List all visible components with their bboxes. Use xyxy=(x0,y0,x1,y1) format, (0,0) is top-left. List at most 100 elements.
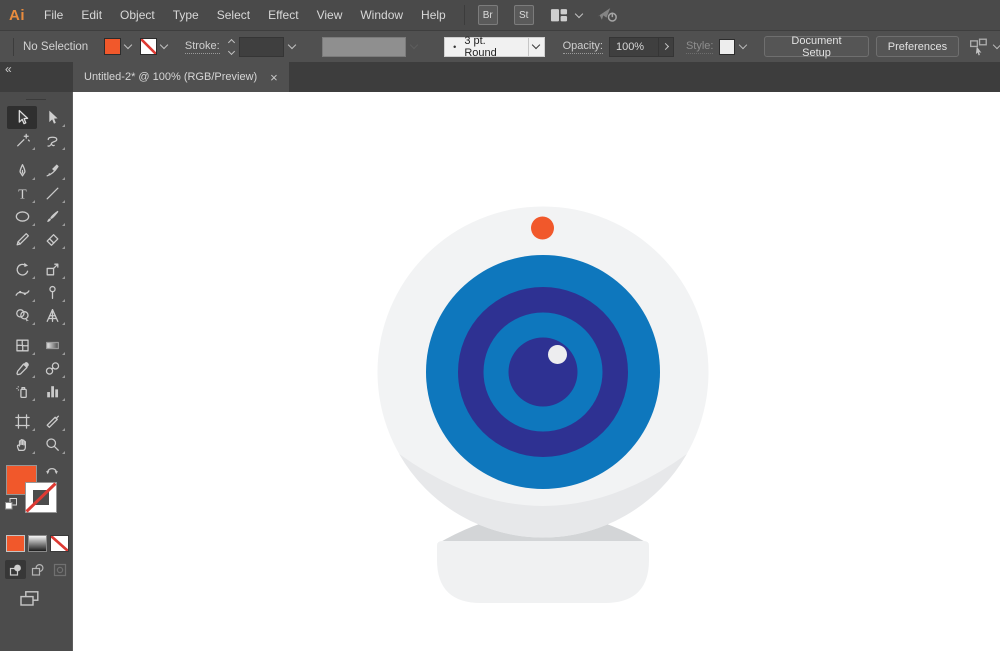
style-swatch[interactable] xyxy=(719,38,736,55)
artboard-tool[interactable] xyxy=(7,410,37,433)
stock-button[interactable]: St xyxy=(513,5,534,25)
mesh-tool[interactable] xyxy=(7,334,37,357)
opacity-input[interactable]: 100% xyxy=(608,36,659,57)
eraser-tool[interactable] xyxy=(37,228,67,251)
document-tab[interactable]: Untitled-2* @ 100% (RGB/Preview) × xyxy=(73,62,289,92)
menu-object[interactable]: Object xyxy=(111,8,164,22)
zoom-tool[interactable] xyxy=(37,433,67,456)
draw-behind-button[interactable] xyxy=(27,560,48,579)
bridge-button[interactable]: Br xyxy=(477,5,498,25)
gradient-button[interactable] xyxy=(28,535,47,552)
gradient-tool[interactable] xyxy=(37,334,67,357)
swap-fill-stroke-icon[interactable] xyxy=(45,463,59,481)
stroke-weight-chevron-down-icon[interactable] xyxy=(284,37,300,57)
collapse-panel-icon[interactable]: « xyxy=(5,62,12,76)
paintbrush-tool[interactable] xyxy=(37,205,67,228)
brush-dot-icon: • xyxy=(453,41,457,52)
default-fill-stroke-icon[interactable] xyxy=(5,498,18,516)
brush-definition-dropdown[interactable]: • 3 pt. Round xyxy=(444,34,545,59)
magic-wand-tool[interactable] xyxy=(7,129,37,152)
menu-select[interactable]: Select xyxy=(208,8,259,22)
workspace-chevron-down-icon[interactable] xyxy=(574,9,583,18)
workspace-switcher-icon[interactable] xyxy=(550,8,568,23)
menu-window[interactable]: Window xyxy=(351,8,412,22)
curvature-tool[interactable] xyxy=(37,159,67,182)
shape-builder-tool[interactable] xyxy=(7,304,37,327)
stroke-indicator-swatch[interactable] xyxy=(25,482,57,518)
eyedropper-tool[interactable] xyxy=(7,357,37,380)
stroke-chevron-down-icon[interactable] xyxy=(159,40,169,50)
stroke-weight-stepper[interactable] xyxy=(227,38,235,55)
stroke-weight-label[interactable]: Stroke: xyxy=(184,40,220,54)
webcam-lens-highlight[interactable] xyxy=(548,345,567,364)
style-label: Style: xyxy=(685,39,714,54)
hand-tool[interactable] xyxy=(7,433,37,456)
symbol-sprayer-tool[interactable] xyxy=(7,380,37,403)
menu-edit[interactable]: Edit xyxy=(72,8,111,22)
brush-definition-value[interactable]: • 3 pt. Round xyxy=(445,34,528,59)
fill-chevron-down-icon[interactable] xyxy=(123,40,133,50)
opacity-label[interactable]: Opacity: xyxy=(562,40,603,54)
draw-inside-button xyxy=(49,560,70,579)
draw-normal-button[interactable] xyxy=(5,560,26,579)
fill-color-control xyxy=(103,38,133,55)
blend-tool[interactable] xyxy=(37,357,67,380)
pen-tool[interactable] xyxy=(7,159,37,182)
toolbar-grip[interactable] xyxy=(26,99,46,100)
direct-selection-tool[interactable] xyxy=(37,106,67,129)
artboard[interactable] xyxy=(73,92,1000,651)
none-button[interactable] xyxy=(50,535,69,552)
line-segment-tool[interactable] xyxy=(37,182,67,205)
fill-color-swatch[interactable] xyxy=(103,38,121,55)
stepper-down-icon[interactable] xyxy=(227,47,235,55)
menu-help[interactable]: Help xyxy=(412,8,455,22)
stepper-up-icon[interactable] xyxy=(227,38,235,46)
menu-type[interactable]: Type xyxy=(164,8,208,22)
lasso-tool[interactable] xyxy=(37,129,67,152)
slice-tool[interactable] xyxy=(37,410,67,433)
stroke-weight-input[interactable] xyxy=(238,36,285,57)
document-setup-button[interactable]: Document Setup xyxy=(764,35,869,59)
menu-file[interactable]: File xyxy=(35,8,72,22)
webcam-indicator-dot[interactable] xyxy=(531,216,554,240)
shaper-tool[interactable] xyxy=(7,228,37,251)
color-button[interactable] xyxy=(6,535,25,552)
brush-name: 3 pt. Round xyxy=(464,34,497,59)
menu-effect[interactable]: Effect xyxy=(259,8,307,22)
tool-group xyxy=(7,258,72,327)
opacity-arrow-icon[interactable] xyxy=(658,36,674,57)
menu-items: File Edit Object Type Select Effect View Window… xyxy=(35,8,455,22)
menu-bar: Ai File Edit Object Type Select Effect View Win… xyxy=(0,0,1000,30)
tool-group xyxy=(7,334,72,403)
scale-tool[interactable] xyxy=(37,258,67,281)
webcam-pupil[interactable] xyxy=(508,337,578,407)
touch-workspace-icon[interactable] xyxy=(596,7,618,23)
ellipse-tool[interactable] xyxy=(7,205,37,228)
perspective-grid-tool[interactable] xyxy=(37,304,67,327)
tool-group xyxy=(7,106,72,152)
selection-status: No Selection xyxy=(23,40,89,53)
toolbar-header: « xyxy=(0,62,73,92)
column-graph-tool[interactable] xyxy=(37,380,67,403)
tool-group: T xyxy=(7,159,72,251)
main-area: T xyxy=(0,92,1000,651)
stroke-color-control xyxy=(139,38,169,55)
variable-width-profile-dropdown xyxy=(321,36,407,57)
type-tool[interactable]: T xyxy=(7,182,37,205)
style-chevron-down-icon[interactable] xyxy=(738,40,748,50)
close-icon[interactable]: × xyxy=(270,71,278,84)
preferences-button[interactable]: Preferences xyxy=(875,36,960,57)
webcam-illustration xyxy=(377,206,709,603)
webcam-stand-base[interactable] xyxy=(437,541,649,603)
selection-tool[interactable] xyxy=(7,106,37,129)
screen-mode-control xyxy=(0,590,72,613)
width-tool[interactable] xyxy=(7,281,37,304)
select-similar-chevron-down-icon[interactable] xyxy=(992,40,1000,50)
puppet-warp-tool[interactable] xyxy=(37,281,67,304)
rotate-tool[interactable] xyxy=(7,258,37,281)
stroke-color-swatch[interactable] xyxy=(139,38,157,55)
select-similar-icon[interactable] xyxy=(969,38,989,56)
screen-mode-icon[interactable] xyxy=(19,591,41,612)
brush-chevron-down-icon[interactable] xyxy=(527,37,544,56)
menu-view[interactable]: View xyxy=(308,8,352,22)
